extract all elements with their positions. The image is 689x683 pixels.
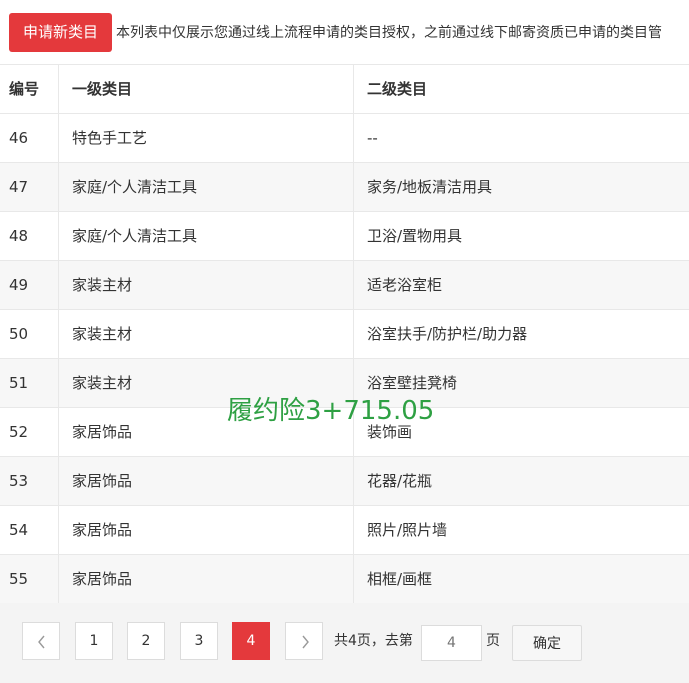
- header-level1: 一级类目: [58, 65, 352, 113]
- page-unit-label: 页: [486, 633, 500, 649]
- pagination: 1 2 3 4 共4页，去第 页 确定: [0, 603, 689, 683]
- row-level2: 浴室扶手/防护栏/助力器: [353, 310, 689, 358]
- row-level1: 家居饰品: [58, 555, 352, 603]
- row-level2: 家务/地板清洁用具: [353, 163, 689, 211]
- row-level2: --: [353, 114, 689, 162]
- table-row: 51 家装主材 浴室壁挂凳椅: [0, 359, 689, 408]
- row-id: 55: [9, 570, 29, 588]
- row-id: 52: [9, 423, 29, 441]
- page-button-1[interactable]: 1: [75, 622, 113, 660]
- page-button-4-current[interactable]: 4: [232, 622, 270, 660]
- row-id: 49: [9, 276, 29, 294]
- category-table: 编号 一级类目 二级类目 46 特色手工艺 -- 47 家庭/个人清洁工具 家务…: [0, 64, 689, 604]
- page-button-3[interactable]: 3: [180, 622, 218, 660]
- row-id: 46: [9, 129, 29, 147]
- row-level2: 适老浴室柜: [353, 261, 689, 309]
- table-row: 49 家装主材 适老浴室柜: [0, 261, 689, 310]
- row-level1: 特色手工艺: [58, 114, 352, 162]
- row-id: 50: [9, 325, 29, 343]
- table-header: 编号 一级类目 二级类目: [0, 65, 689, 114]
- row-level1: 家装主材: [58, 310, 352, 358]
- row-level2: 卫浴/置物用具: [353, 212, 689, 260]
- notice-text: 本列表中仅展示您通过线上流程申请的类目授权，之前通过线下邮寄资质已申请的类目管: [116, 25, 662, 41]
- header-id: 编号: [9, 80, 40, 98]
- row-level1: 家居饰品: [58, 506, 352, 554]
- table-row: 46 特色手工艺 --: [0, 114, 689, 163]
- header-level2: 二级类目: [353, 65, 689, 113]
- row-level2: 浴室壁挂凳椅: [353, 359, 689, 407]
- row-level2: 照片/照片墙: [353, 506, 689, 554]
- row-id: 51: [9, 374, 29, 392]
- apply-new-category-button[interactable]: 申请新类目: [9, 13, 112, 52]
- chevron-left-icon: [38, 635, 45, 649]
- table-row: 53 家居饰品 花器/花瓶: [0, 457, 689, 506]
- row-level1: 家装主材: [58, 359, 352, 407]
- total-pages-text: 共4页，去第: [334, 633, 413, 649]
- row-level1: 家装主材: [58, 261, 352, 309]
- row-id: 48: [9, 227, 29, 245]
- row-level2: 装饰画: [353, 408, 689, 456]
- page-button-2[interactable]: 2: [127, 622, 165, 660]
- next-page-button[interactable]: [285, 622, 323, 660]
- prev-page-button[interactable]: [22, 622, 60, 660]
- row-level2: 花器/花瓶: [353, 457, 689, 505]
- table-row: 54 家居饰品 照片/照片墙: [0, 506, 689, 555]
- row-level1: 家庭/个人清洁工具: [58, 163, 352, 211]
- row-level2: 相框/画框: [353, 555, 689, 603]
- page-number-input[interactable]: [421, 625, 482, 661]
- table-row: 48 家庭/个人清洁工具 卫浴/置物用具: [0, 212, 689, 261]
- table-row: 55 家居饰品 相框/画框: [0, 555, 689, 604]
- table-row: 47 家庭/个人清洁工具 家务/地板清洁用具: [0, 163, 689, 212]
- toolbar: 申请新类目 本列表中仅展示您通过线上流程申请的类目授权，之前通过线下邮寄资质已申…: [0, 0, 689, 64]
- row-id: 54: [9, 521, 29, 539]
- row-level1: 家庭/个人清洁工具: [58, 212, 352, 260]
- table-row: 50 家装主材 浴室扶手/防护栏/助力器: [0, 310, 689, 359]
- chevron-right-icon: [302, 635, 309, 649]
- table-row: 52 家居饰品 装饰画: [0, 408, 689, 457]
- row-level1: 家居饰品: [58, 457, 352, 505]
- row-id: 53: [9, 472, 29, 490]
- confirm-button[interactable]: 确定: [512, 625, 582, 661]
- row-id: 47: [9, 178, 29, 196]
- row-level1: 家居饰品: [58, 408, 352, 456]
